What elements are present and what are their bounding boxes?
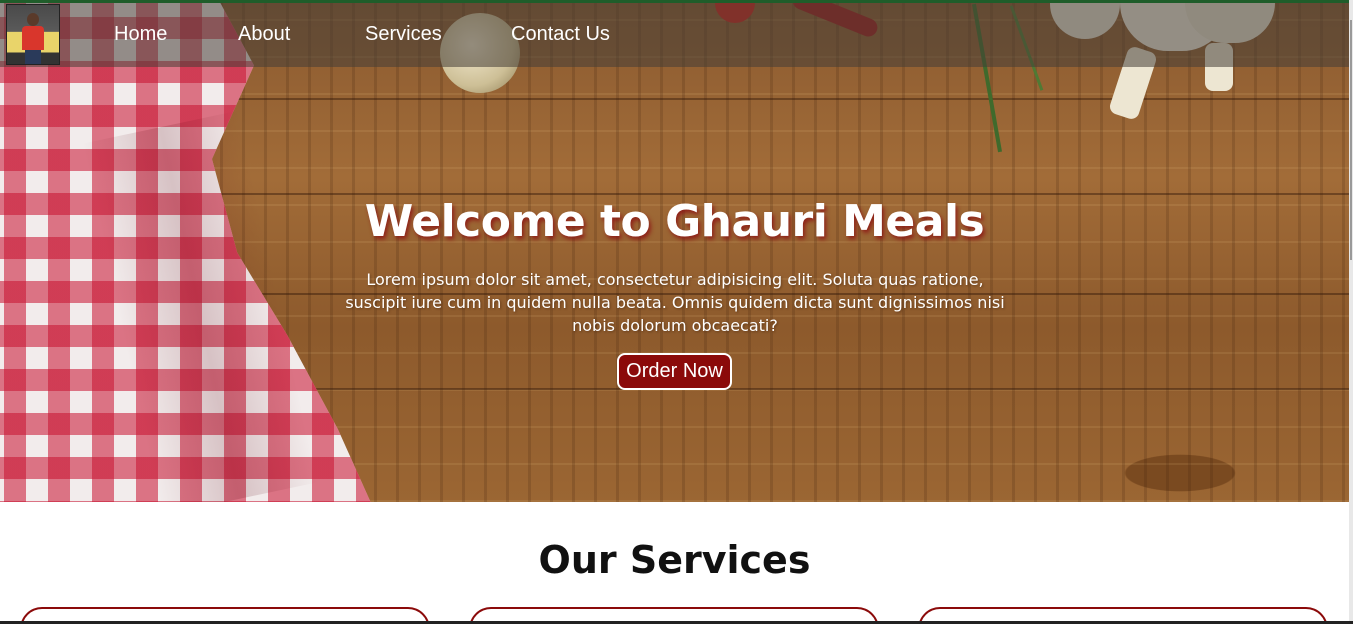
hero-section: Welcome to Ghauri Meals Lorem ipsum dolo… xyxy=(0,3,1349,502)
navbar: Home About Services Contact Us xyxy=(0,3,1349,67)
nav-link-services[interactable]: Services xyxy=(365,22,442,46)
avatar-head xyxy=(27,13,39,26)
scrollbar-thumb[interactable] xyxy=(1350,20,1352,260)
avatar-legs xyxy=(25,50,41,64)
nav-link-home[interactable]: Home xyxy=(114,22,167,46)
logo-avatar[interactable] xyxy=(6,4,60,65)
avatar-body xyxy=(22,26,44,50)
hero-title: Welcome to Ghauri Meals xyxy=(364,196,985,247)
services-heading: Our Services xyxy=(538,538,811,582)
order-now-button[interactable]: Order Now xyxy=(617,353,732,390)
hero-description: Lorem ipsum dolor sit amet, consectetur … xyxy=(345,270,1005,335)
nav-link-about[interactable]: About xyxy=(238,22,290,46)
nav-link-contact[interactable]: Contact Us xyxy=(511,22,610,46)
